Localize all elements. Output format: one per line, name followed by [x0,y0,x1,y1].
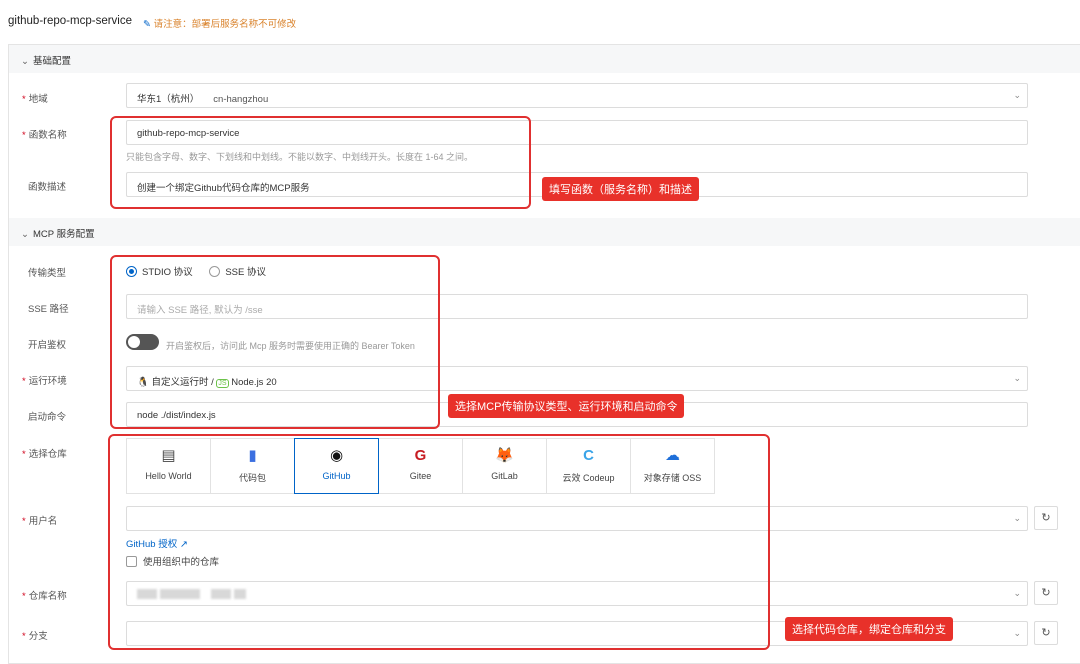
annotation-label-repo: 选择代码仓库，绑定仓库和分支 [785,617,953,641]
auth-label: 开启鉴权 [28,340,67,351]
github-icon: ◉ [329,447,344,464]
refresh-repo-button[interactable]: ↻ [1034,581,1058,605]
section-title: MCP 服务配置 [33,229,95,240]
chevron-down-icon: ⌄ [1013,588,1021,598]
repo-name-label: * 仓库名称 [22,591,67,602]
annotation-box-mcp [110,255,440,429]
function-name-label: * 函数名称 [22,130,67,141]
annotation-box-basic [110,116,531,209]
runtime-label: * 运行环境 [22,376,67,387]
transport-label: 传输类型 [28,268,67,279]
section-title: 基础配置 [33,56,72,67]
service-name-title: github-repo-mcp-service [8,15,132,27]
region-label: * 地域 [22,94,48,105]
refresh-username-button[interactable]: ↻ [1034,506,1058,530]
annotation-label-mcp: 选择MCP传输协议类型、运行环境和启动命令 [448,394,685,418]
name-warning: ✎ 请注意：部署后服务名称不可修改 [143,16,296,30]
chevron-down-icon: ⌄ [1013,373,1021,383]
chevron-down-icon: ⌄ [21,229,29,240]
chevron-down-icon: ⌄ [1013,513,1021,523]
chevron-down-icon: ⌄ [1013,90,1021,100]
sse-path-label: SSE 路径 [28,304,69,315]
section-mcp-header[interactable]: ⌄ MCP 服务配置 [9,218,1080,246]
chevron-down-icon: ⌄ [1013,628,1021,638]
region-value: 华东1（杭州） [137,94,200,105]
region-code: cn-hangzhou [213,94,269,105]
annotation-label-basic: 填写函数（服务名称）和描述 [542,177,699,201]
branch-label: * 分支 [22,631,48,642]
chevron-down-icon: ⌄ [21,56,29,67]
pencil-icon[interactable]: ✎ [143,19,154,30]
tile-github[interactable]: ◉ GitHub [294,438,379,494]
repo-label: * 选择仓库 [22,449,67,460]
section-basic-header[interactable]: ⌄ 基础配置 [9,45,1080,73]
warning-text: 请注意：部署后服务名称不可修改 [153,19,297,30]
region-select[interactable]: 华东1（杭州） cn-hangzhou ⌄ [126,83,1028,108]
refresh-branch-button[interactable]: ↻ [1034,621,1058,645]
username-label: * 用户名 [22,516,58,527]
annotation-box-repo [108,434,770,650]
description-label: 函数描述 [28,182,67,193]
command-label: 启动命令 [28,412,67,423]
